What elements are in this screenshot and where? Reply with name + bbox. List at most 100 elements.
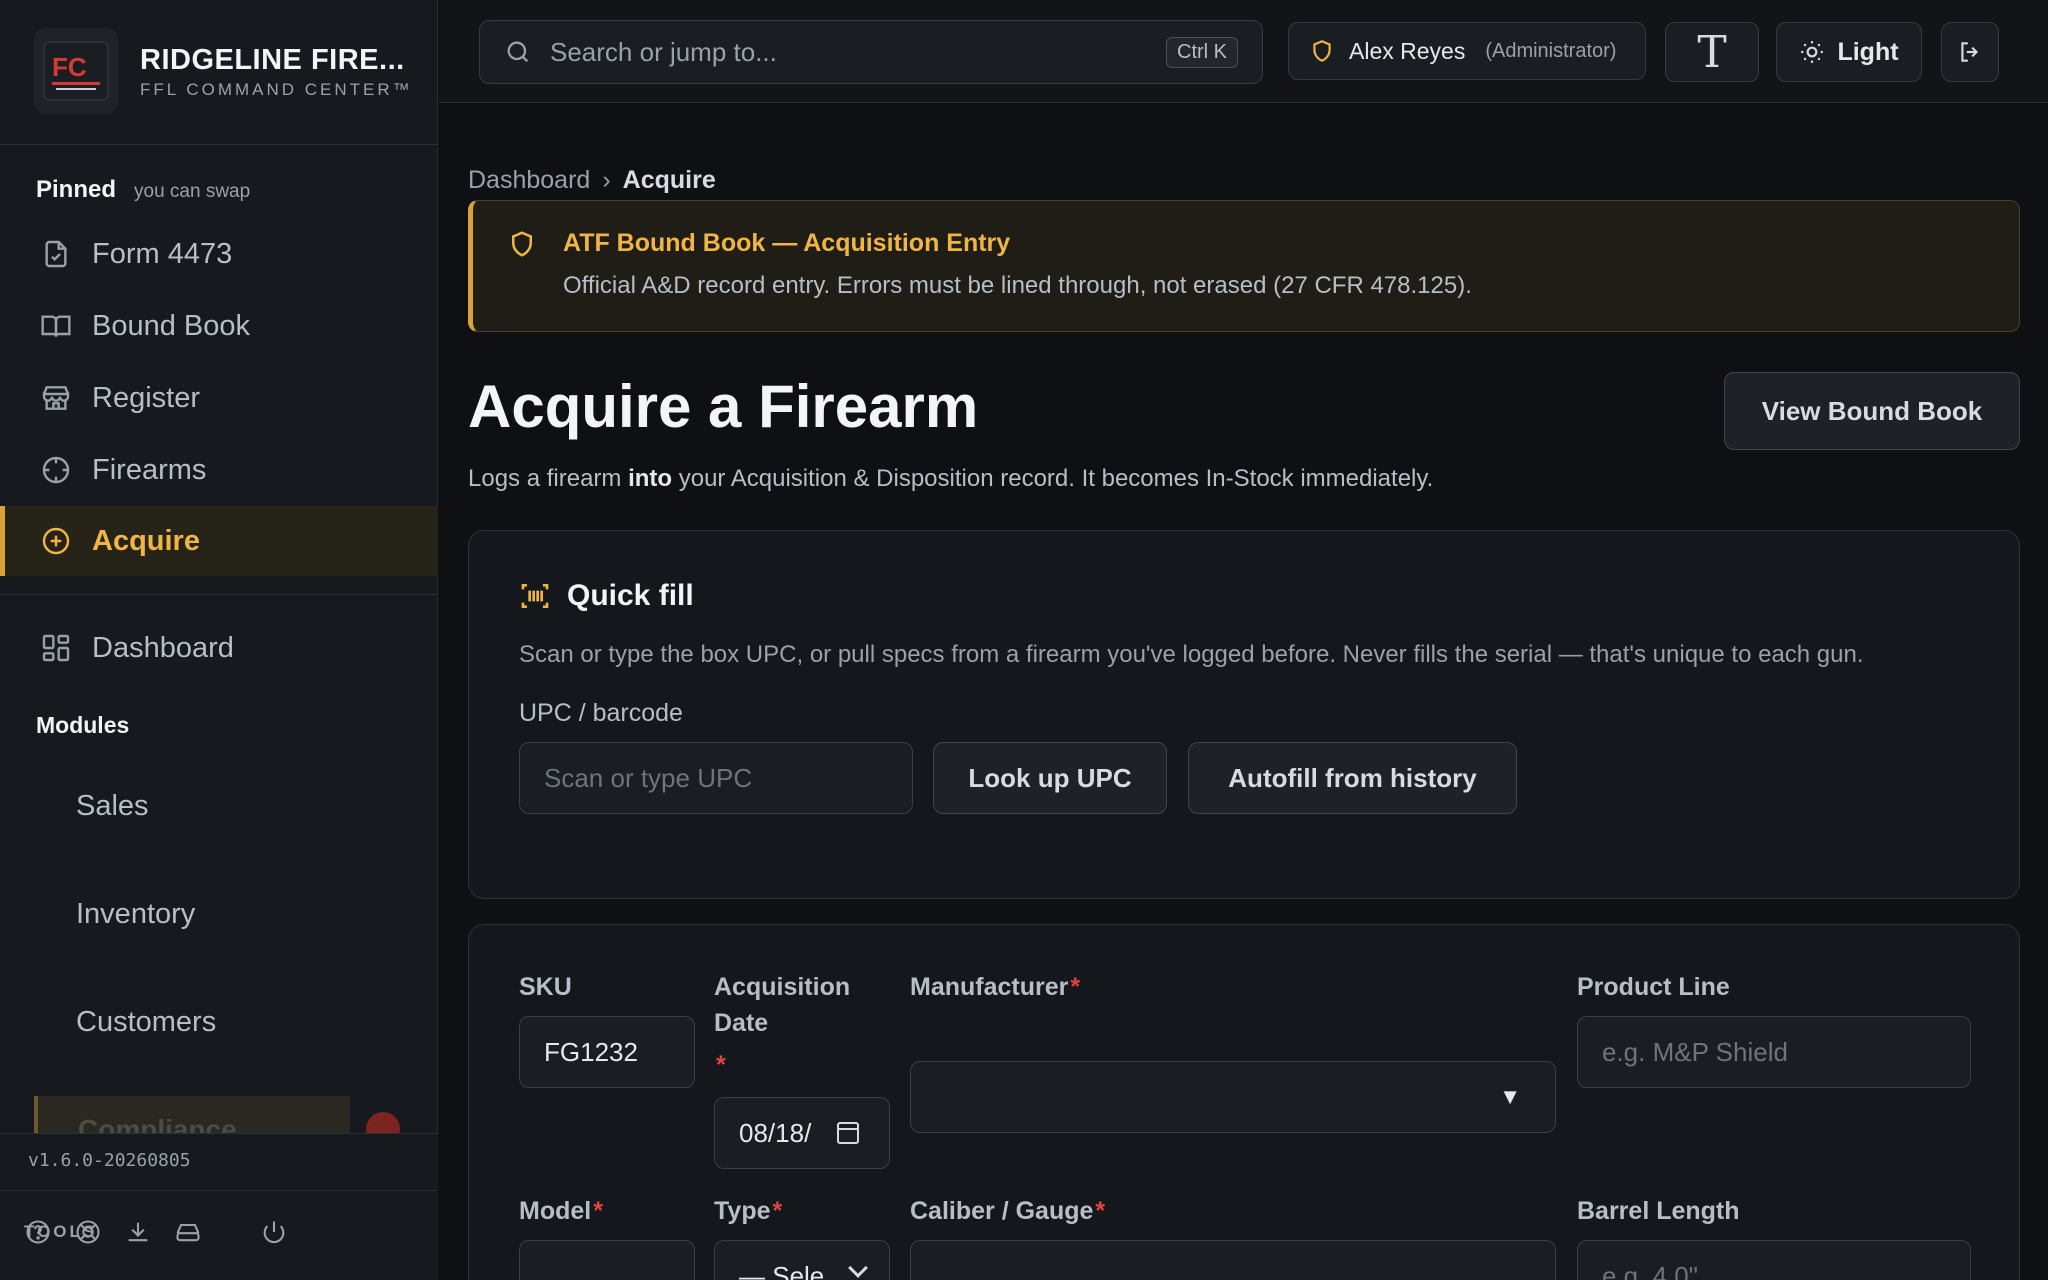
brand-logo: FC: [34, 28, 118, 114]
search-input[interactable]: Search or jump to... Ctrl K: [479, 20, 1263, 84]
text-size-icon: T: [1697, 26, 1727, 78]
calendar-icon[interactable]: [837, 1122, 859, 1144]
type-value: — Sele: [739, 1260, 825, 1280]
upc-label: UPC / barcode: [519, 699, 683, 727]
download-icon[interactable]: [124, 1218, 152, 1246]
sidebar-module-inventory[interactable]: Inventory: [76, 898, 195, 931]
sidebar-item-label: Form 4473: [92, 237, 233, 270]
barrel-length-label: Barrel Length: [1577, 1197, 1740, 1225]
sidebar-module-sales[interactable]: Sales: [76, 790, 149, 823]
alert-text: Official A&D record entry. Errors must b…: [563, 272, 1472, 299]
quick-fill-description: Scan or type the box UPC, or pull specs …: [519, 641, 1864, 668]
tools-label: TOOLS: [24, 1222, 98, 1241]
barrel-length-input[interactable]: e.g. 4.0": [1577, 1240, 1971, 1280]
logout-button[interactable]: [1941, 22, 1999, 82]
user-chip[interactable]: Alex Reyes (Administrator): [1288, 22, 1646, 80]
brand-subtitle: FFL COMMAND CENTER™: [140, 80, 413, 99]
dropdown-arrow-icon: ▼: [1499, 1084, 1521, 1109]
chevron-down-icon: [848, 1258, 868, 1278]
lookup-upc-button[interactable]: Look up UPC: [933, 742, 1167, 814]
view-bound-book-button[interactable]: View Bound Book: [1724, 372, 2020, 450]
sidebar-module-customers[interactable]: Customers: [76, 1006, 216, 1039]
sidebar-divider: [0, 594, 438, 595]
type-select[interactable]: — Sele: [714, 1240, 890, 1280]
page-subtitle-text: Logs a firearm: [468, 465, 629, 492]
font-size-button[interactable]: T: [1665, 22, 1759, 82]
required-marker: *: [716, 1051, 726, 1079]
sidebar-item-firearms[interactable]: Firearms: [0, 435, 438, 505]
version-label: v1.6.0-20260805: [28, 1150, 191, 1171]
breadcrumb-root[interactable]: Dashboard: [468, 166, 590, 195]
autofill-history-button[interactable]: Autofill from history: [1188, 742, 1517, 814]
drive-icon[interactable]: [174, 1218, 202, 1246]
page-subtitle-text: your Acquisition & Disposition record. I…: [672, 465, 1434, 492]
tools-bar: TOOLS: [24, 1218, 288, 1246]
sidebar-item-form-4473[interactable]: Form 4473: [0, 219, 438, 289]
shield-icon: [1313, 40, 1331, 62]
brand[interactable]: FC RIDGELINE FIRE... FFL COMMAND CENTER™: [30, 28, 430, 118]
sku-input[interactable]: FG1232: [519, 1016, 695, 1088]
theme-label: Light: [1837, 37, 1899, 66]
manufacturer-select[interactable]: ▼: [910, 1061, 1556, 1133]
sidebar-item-label: Firearms: [92, 453, 207, 486]
brand-title: RIDGELINE FIRE...: [140, 44, 405, 76]
svg-text:FC: FC: [52, 52, 87, 82]
acquisition-date-label-line1: Acquisition: [714, 973, 851, 1001]
breadcrumb: Dashboard › Acquire: [468, 166, 716, 195]
acquisition-form-card: SKU FG1232 Acquisition Date * 08/18/ Man…: [468, 924, 2020, 1280]
caliber-label: Caliber / Gauge*: [910, 1197, 1106, 1225]
type-label: Type*: [714, 1197, 783, 1225]
plus-circle-icon: [42, 527, 70, 555]
topbar: Search or jump to... Ctrl K Alex Reyes (…: [439, 0, 2048, 103]
dashboard-icon: [42, 634, 70, 662]
model-input[interactable]: [519, 1240, 695, 1280]
model-label: Model*: [519, 1197, 603, 1225]
sidebar: FC RIDGELINE FIRE... FFL COMMAND CENTER™…: [0, 0, 438, 1280]
manufacturer-label: Manufacturer*: [910, 973, 1081, 1001]
pinned-label: Pinned: [36, 176, 117, 203]
product-line-label: Product Line: [1577, 973, 1730, 1001]
user-name: Alex Reyes: [1349, 37, 1466, 64]
book-open-icon: [41, 315, 71, 337]
sidebar-module-compliance[interactable]: Compliance: [34, 1096, 350, 1136]
acquisition-date-input[interactable]: 08/18/: [714, 1097, 890, 1169]
page-subtitle-emphasis: into: [628, 465, 673, 492]
store-icon: [42, 386, 70, 410]
acquisition-date-label-line2: Date: [714, 1009, 769, 1037]
product-line-input[interactable]: e.g. M&P Shield: [1577, 1016, 1971, 1088]
search-placeholder: Search or jump to...: [550, 36, 777, 67]
sidebar-divider: [0, 1133, 438, 1134]
sun-icon: [1801, 41, 1824, 63]
power-icon[interactable]: [260, 1218, 288, 1246]
user-role: (Administrator): [1485, 39, 1617, 62]
pinned-header: Pinned you can swap: [36, 176, 250, 204]
barcode-scan-icon: [521, 584, 549, 608]
document-check-icon: [45, 240, 67, 268]
sidebar-divider: [0, 1190, 438, 1191]
quick-fill-header: Quick fill: [519, 579, 694, 613]
search-shortcut: Ctrl K: [1166, 37, 1238, 68]
crosshair-icon: [42, 456, 70, 484]
sidebar-item-label: Register: [92, 381, 200, 414]
upc-input[interactable]: Scan or type UPC: [519, 742, 913, 814]
theme-toggle-button[interactable]: Light: [1776, 22, 1922, 82]
search-icon: [507, 41, 529, 63]
page-title: Acquire a Firearm: [468, 373, 979, 440]
sidebar-item-acquire[interactable]: Acquire: [0, 506, 438, 576]
sidebar-divider: [0, 144, 438, 145]
compliance-alert: ATF Bound Book — Acquisition Entry Offic…: [468, 200, 2020, 332]
shield-icon: [512, 231, 532, 257]
caliber-input[interactable]: [910, 1240, 1556, 1280]
sidebar-item-register[interactable]: Register: [0, 363, 438, 433]
sidebar-item-dashboard[interactable]: Dashboard: [0, 613, 438, 683]
alert-title: ATF Bound Book — Acquisition Entry: [563, 229, 1011, 257]
breadcrumb-current: Acquire: [622, 166, 716, 194]
modules-header: Modules: [36, 712, 130, 738]
pinned-hint[interactable]: you can swap: [134, 181, 250, 203]
logout-icon: [1961, 42, 1979, 62]
sidebar-item-label: Dashboard: [92, 631, 234, 664]
page-subtitle: Logs a firearm into your Acquisition & D…: [468, 465, 1433, 493]
sidebar-item-bound-book[interactable]: Bound Book: [0, 291, 438, 361]
breadcrumb-separator: ›: [602, 166, 611, 194]
quick-fill-card: Quick fill Scan or type the box UPC, or …: [468, 530, 2020, 899]
